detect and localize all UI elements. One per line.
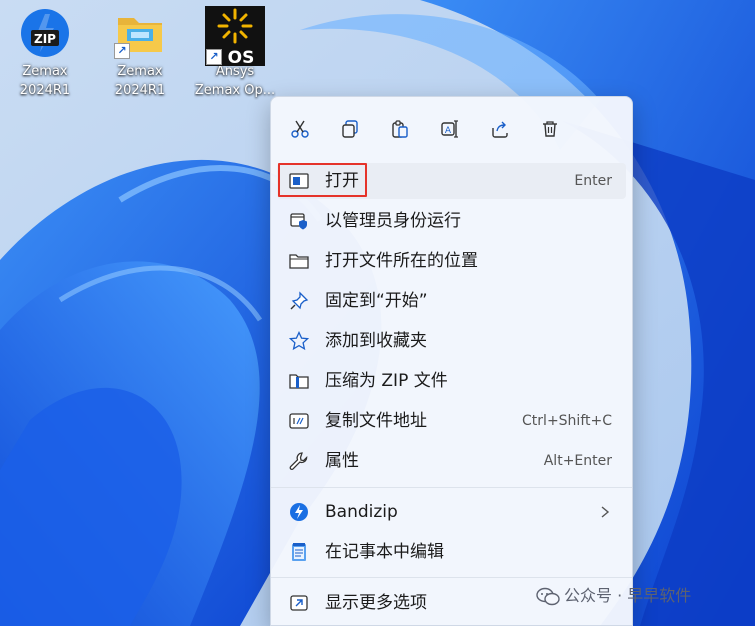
watermark: 公众号 · 早早软件 <box>536 584 691 608</box>
menu-item-label: 添加到收藏夹 <box>325 331 427 351</box>
menu-separator <box>271 487 632 488</box>
menu-item-edit-in-notepad[interactable]: 在记事本中编辑 <box>277 534 626 570</box>
desktop-icon-label: 2024R1 <box>114 83 166 98</box>
menu-item-label: 压缩为 ZIP 文件 <box>325 371 448 391</box>
shortcut-arrow-icon: ↗ <box>206 49 222 65</box>
zip-folder-icon <box>289 371 309 391</box>
watermark-text: 公众号 · 早早软件 <box>564 586 692 605</box>
copy-path-icon <box>289 411 309 431</box>
menu-separator <box>271 577 632 578</box>
clipboard-icon <box>392 120 408 138</box>
admin-shield-icon <box>289 211 309 231</box>
context-menu: A 打开 Enter 以管理员身份运行 打开文件所在的位置 固定到“开始” 添加… <box>270 96 633 626</box>
scissors-icon <box>291 120 309 138</box>
share-button[interactable] <box>484 113 516 145</box>
wechat-icon <box>536 587 560 607</box>
menu-item-label: 显示更多选项 <box>325 593 427 613</box>
desktop-icon-label: Zemax <box>22 64 68 79</box>
menu-item-label: 在记事本中编辑 <box>325 542 444 562</box>
pin-icon <box>289 291 309 311</box>
svg-text:OS: OS <box>228 48 255 66</box>
copy-button[interactable] <box>334 113 366 145</box>
wrench-icon <box>289 451 309 471</box>
shortcut-arrow-icon: ↗ <box>114 43 130 59</box>
star-icon <box>288 330 310 351</box>
desktop-icon-zemax-zip[interactable]: ZIP Zemax 2024R1 <box>4 6 86 100</box>
ansys-opticstudio-icon: OS ↗ <box>205 6 265 68</box>
copy-icon <box>342 120 358 138</box>
trash-icon <box>543 121 557 137</box>
menu-item-label: 打开文件所在的位置 <box>325 251 478 271</box>
desktop-icon-ansys-zemax[interactable]: OS ↗ Ansys Zemax Op... <box>194 6 276 100</box>
menu-item-label: Bandizip <box>325 502 398 522</box>
menu-item-label: 以管理员身份运行 <box>325 211 461 231</box>
menu-item-open-file-location[interactable]: 打开文件所在的位置 <box>277 243 626 279</box>
desktop-icon-zemax-folder[interactable]: ↗ Zemax 2024R1 <box>99 6 181 100</box>
desktop-icon-label: Zemax <box>117 64 163 79</box>
desktop-icon-label: Zemax Op... <box>194 83 276 98</box>
menu-item-shortcut: Enter <box>574 173 612 189</box>
menu-item-bandizip[interactable]: Bandizip <box>277 494 626 530</box>
menu-item-compress-zip[interactable]: 压缩为 ZIP 文件 <box>277 363 626 399</box>
delete-button[interactable] <box>534 113 566 145</box>
svg-text:ZIP: ZIP <box>34 32 56 46</box>
menu-item-label: 固定到“开始” <box>325 291 428 311</box>
folder-outline-icon <box>289 251 309 271</box>
menu-item-pin-to-start[interactable]: 固定到“开始” <box>277 283 626 319</box>
chevron-right-icon <box>598 504 612 520</box>
bandizip-icon <box>289 502 309 522</box>
notepad-icon <box>289 542 309 562</box>
share-icon <box>492 121 508 138</box>
menu-item-label: 属性 <box>325 451 359 471</box>
menu-item-label: 复制文件地址 <box>325 411 427 431</box>
rename-icon: A <box>441 120 458 138</box>
menu-item-properties[interactable]: 属性 Alt+Enter <box>277 443 626 479</box>
menu-item-copy-path[interactable]: 复制文件地址 Ctrl+Shift+C <box>277 403 626 439</box>
menu-item-run-as-admin[interactable]: 以管理员身份运行 <box>277 203 626 239</box>
rename-button[interactable]: A <box>434 113 466 145</box>
paste-button[interactable] <box>384 113 416 145</box>
desktop-icon-label: 2024R1 <box>19 83 71 98</box>
svg-text:A: A <box>445 126 452 136</box>
annotation-highlight-box <box>278 163 367 197</box>
menu-item-add-to-favorites[interactable]: 添加到收藏夹 <box>277 323 626 359</box>
cut-button[interactable] <box>284 113 316 145</box>
menu-item-shortcut: Alt+Enter <box>543 453 612 469</box>
folder-icon: ↗ <box>113 6 167 60</box>
context-menu-toolbar: A <box>271 97 632 159</box>
zip-archive-icon: ZIP <box>18 6 72 60</box>
menu-item-shortcut: Ctrl+Shift+C <box>522 413 612 429</box>
show-more-icon <box>289 593 309 613</box>
